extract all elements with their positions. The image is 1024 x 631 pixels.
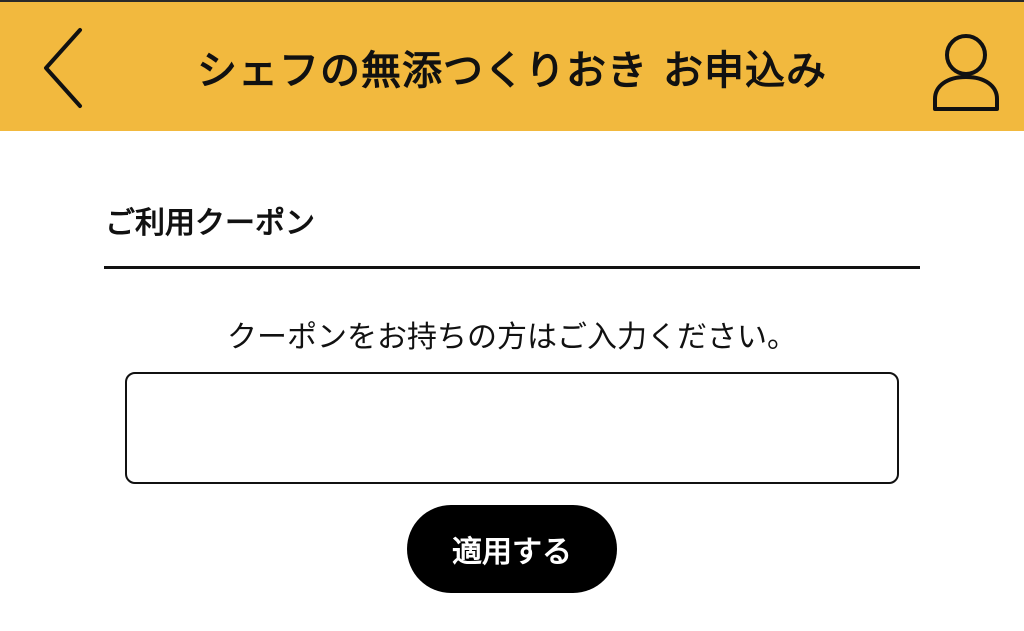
header-bar: シェフの無添つくりおき お申込み <box>0 0 1024 131</box>
user-icon <box>933 34 999 111</box>
coupon-code-input[interactable] <box>125 372 899 484</box>
app-screen: シェフの無添つくりおき お申込み ご利用クーポン クーポンをお持ちの方はご入力く… <box>0 0 1024 631</box>
apply-coupon-button[interactable]: 適用する <box>407 505 617 593</box>
section-divider <box>104 266 920 269</box>
account-button[interactable] <box>924 28 1008 114</box>
chevron-left-icon <box>44 28 82 108</box>
back-button[interactable] <box>30 22 100 114</box>
coupon-section-heading: ご利用クーポン <box>105 206 315 241</box>
page-title: シェフの無添つくりおき お申込み <box>197 47 827 94</box>
coupon-instruction-text: クーポンをお持ちの方はご入力ください。 <box>227 320 797 355</box>
